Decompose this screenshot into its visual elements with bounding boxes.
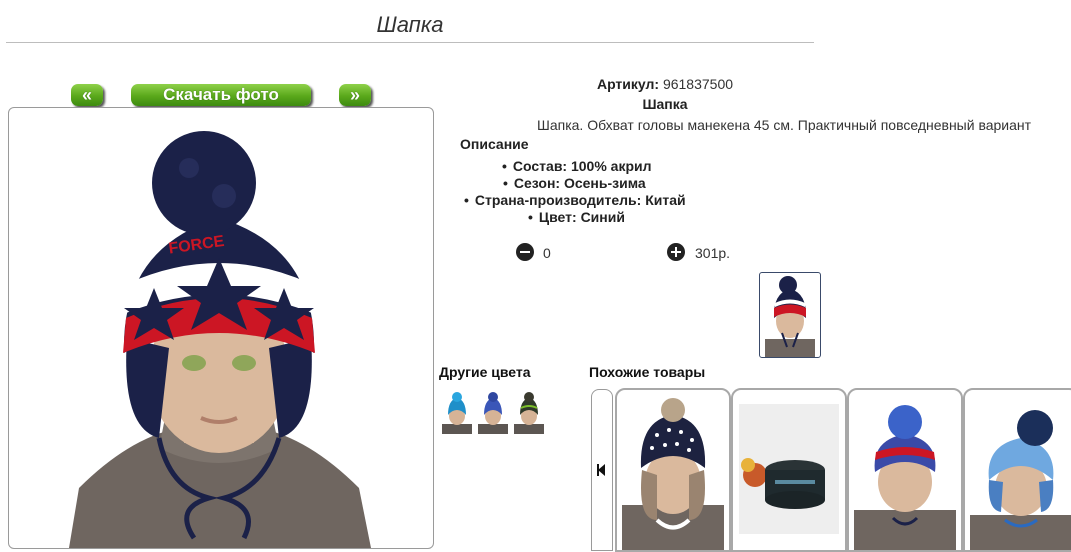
similar-product-card[interactable] [847, 388, 963, 552]
download-photo-button[interactable]: Скачать фото [131, 84, 311, 106]
carousel-prev-button[interactable] [591, 389, 613, 551]
product-name: Шапка [642, 96, 688, 112]
color-swatch-blue[interactable] [478, 392, 508, 434]
article-line: Артикул: 961837500 [440, 76, 890, 92]
property-color: Цвет: Синий [528, 209, 625, 225]
description-heading: Описание [460, 136, 529, 152]
property-country: Страна-производитель: Китай [464, 192, 686, 208]
arrow-left-icon [598, 464, 605, 476]
quantity-value: 0 [543, 245, 551, 261]
similar-product-card[interactable] [963, 388, 1071, 552]
main-product-photo[interactable]: FORCE [8, 107, 434, 549]
color-swatch-olive[interactable] [514, 392, 544, 434]
selected-photo-thumbnail[interactable] [759, 272, 821, 358]
similar-product-card[interactable] [731, 388, 847, 552]
color-swatch-cyan[interactable] [442, 392, 472, 434]
property-composition: Состав: 100% акрил [502, 158, 652, 174]
property-season: Сезон: Осень-зима [503, 175, 646, 191]
page-title: Шапка [376, 12, 444, 37]
article-value: 961837500 [662, 76, 734, 92]
prev-photo-button[interactable]: « [71, 84, 103, 106]
title-divider [6, 42, 814, 43]
similar-products-heading: Похожие товары [589, 364, 706, 380]
quantity-increase-button[interactable] [667, 243, 685, 261]
similar-product-card[interactable] [615, 388, 731, 552]
quantity-decrease-button[interactable] [516, 243, 534, 261]
next-photo-button[interactable]: » [339, 84, 371, 106]
price: 301р. [695, 245, 731, 261]
other-colors-heading: Другие цвета [439, 364, 531, 380]
product-summary: Шапка. Обхват головы манекена 45 см. Пра… [537, 117, 1032, 133]
article-label: Артикул: [596, 76, 660, 92]
